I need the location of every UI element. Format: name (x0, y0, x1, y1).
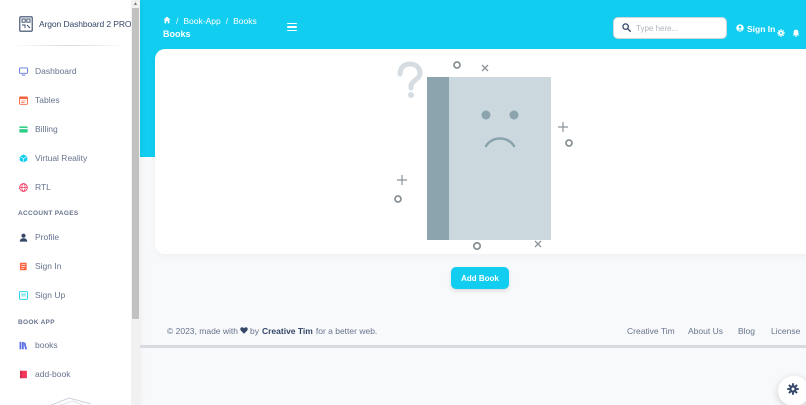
document-icon (18, 261, 28, 271)
sidebar-item-sign-in[interactable]: Sign In (18, 261, 61, 271)
collection-icon (18, 290, 28, 300)
section-heading-account: ACCOUNT PAGES (18, 210, 79, 217)
search-input[interactable] (636, 23, 724, 33)
sidebar-item-label: Dashboard (35, 66, 77, 76)
sidebar-item-billing[interactable]: Billing (18, 124, 58, 134)
copyright-suffix: for a better web. (315, 326, 378, 336)
books-icon (18, 340, 28, 350)
sidebar-item-label: Virtual Reality (35, 153, 88, 163)
breadcrumb-item-books: Books (233, 16, 257, 26)
box-icon (18, 153, 28, 163)
section-heading-book-app: BOOK APP (18, 319, 55, 326)
copyright-by: by (250, 326, 259, 336)
copyright-text: © 2023, made with (167, 326, 238, 336)
sidebar-item-tables[interactable]: Tables (18, 95, 60, 105)
sidebar-promo-illustration (50, 397, 92, 405)
brand[interactable]: Argon Dashboard 2 PRO (19, 16, 132, 32)
home-icon[interactable] (163, 16, 171, 26)
settings-gear-icon[interactable] (777, 24, 785, 42)
sidebar-scrollbar-thumb[interactable] (132, 8, 139, 319)
breadcrumb-separator: / (176, 16, 179, 26)
heart-icon (240, 326, 248, 336)
credit-card-icon (18, 124, 28, 134)
sidebar-item-label: RTL (35, 182, 51, 192)
sign-in-label: Sign In (747, 24, 776, 34)
empty-state-illustration (394, 61, 573, 251)
sidebar-item-add-book[interactable]: add-book (18, 369, 70, 379)
sidebar-item-label: Profile (35, 232, 60, 242)
add-book-button[interactable]: Add Book (451, 267, 509, 289)
calendar-icon (18, 95, 28, 105)
sidebar-item-sign-up[interactable]: Sign Up (18, 290, 65, 300)
sidebar-item-label: Tables (35, 95, 60, 105)
sidebar-item-dashboard[interactable]: Dashboard (18, 66, 77, 76)
breadcrumb: / Book-App / Books (163, 16, 257, 26)
sidebar-item-profile[interactable]: Profile (18, 232, 59, 242)
horizontal-scrollbar[interactable] (140, 345, 806, 348)
sidebar-item-label: Sign Up (35, 290, 66, 300)
search-icon (622, 19, 631, 37)
page-title: Books (163, 29, 191, 39)
sidebar-item-rtl[interactable]: RTL (18, 182, 51, 192)
breadcrumb-separator: / (225, 16, 229, 26)
sidebar-item-label: Billing (35, 124, 58, 134)
gear-icon (787, 382, 799, 400)
user-circle-icon (736, 24, 744, 34)
sidebar-divider (12, 45, 128, 46)
sign-in-link[interactable]: Sign In (736, 24, 775, 34)
notification-bell-icon[interactable] (792, 24, 800, 42)
brand-name: Argon Dashboard 2 PRO (39, 19, 132, 29)
footer-link-creative-tim[interactable]: Creative Tim (627, 326, 675, 336)
user-icon (18, 232, 28, 242)
footer-link-about-us[interactable]: About Us (688, 326, 723, 336)
sidebar-item-label: add-book (35, 369, 71, 379)
sidebar-item-label: Sign In (35, 261, 62, 271)
brand-logo-icon (19, 16, 33, 32)
sidebar-item-label: books (35, 340, 58, 350)
scroll-up-arrow-icon[interactable]: ▲ (132, 1, 139, 7)
book-icon (18, 369, 28, 379)
sidebar: Argon Dashboard 2 PRO Dashboard Tables B… (0, 0, 140, 405)
sidebar-item-virtual-reality[interactable]: Virtual Reality (18, 153, 87, 163)
search-box (613, 17, 727, 39)
breadcrumb-item-book-app[interactable]: Book-App (183, 16, 220, 26)
globe-icon (18, 182, 28, 192)
footer-copyright: © 2023, made with by Creative Tim for a … (167, 326, 377, 336)
monitor-icon (18, 66, 28, 76)
sidebar-item-books[interactable]: books (18, 340, 58, 350)
footer-author-link[interactable]: Creative Tim (262, 326, 313, 336)
menu-toggle-icon[interactable] (287, 23, 297, 32)
configurator-button[interactable] (778, 376, 806, 405)
footer-link-blog[interactable]: Blog (738, 326, 755, 336)
footer-link-license[interactable]: License (771, 326, 800, 336)
